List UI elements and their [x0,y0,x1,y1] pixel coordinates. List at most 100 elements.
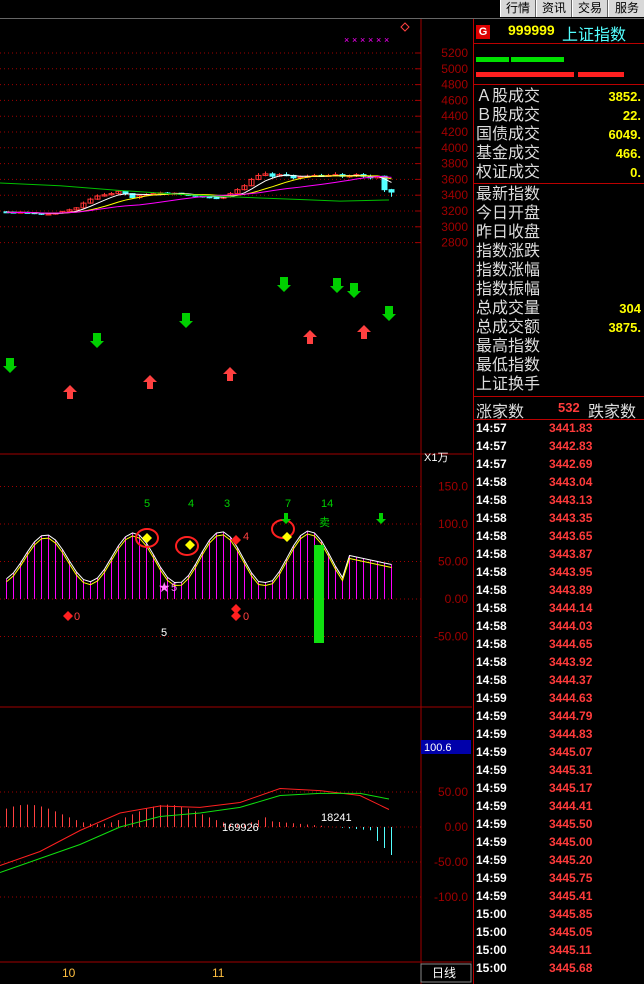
signal-circle [271,519,295,539]
service-menu-button[interactable]: 服务 [608,0,644,17]
up-count-value: 532 [558,400,580,415]
tick-price: 3445.68 [549,961,593,975]
indicator-annotation: 5 [144,498,150,510]
ma60-line [0,182,390,202]
macd-dea-line [0,792,390,873]
macd-value-tag: 100.6 [424,742,452,754]
buy-arrow-icon [63,385,77,399]
stat-row-value: 3875. [608,320,641,335]
macd-panel: 50.00 0.00 -50.00 -100.0 169926 18241 [0,785,468,904]
turnover-row-label: 权证成交 [476,164,541,181]
tick-price: 3443.95 [549,565,593,579]
tick-price: 3444.83 [549,727,593,741]
stat-row-label: 指数振幅 [476,281,541,298]
tick-time: 14:58 [476,529,507,543]
macd-axis-label: 0.00 [445,820,469,834]
news-menu-button[interactable]: 资讯 [536,0,572,17]
tick-time: 14:58 [476,619,507,633]
sell-arrow-icon [3,358,17,373]
price-tick-label: 3000 [441,220,468,234]
candlesticks [3,171,395,216]
indicator-line-yellow [6,533,392,587]
sell-arrow-icon [277,277,291,292]
price-tick-label: 2800 [441,236,468,250]
turnover-row: 国债成交 6049. [474,125,644,144]
stat-row: 指数涨幅 [474,261,644,280]
tick-price: 3445.11 [549,943,592,957]
tick-price: 3445.85 [549,907,593,921]
turnover-row: Ａ股成交 3852. [474,87,644,106]
tick-time: 14:58 [476,655,507,669]
tick-price: 3445.50 [549,817,593,831]
stat-row-label: 今日开盘 [476,205,541,222]
stat-row: 指数涨跌 [474,242,644,261]
stat-row-label: 总成交额 [476,319,541,336]
trade-menu-button[interactable]: 交易 [572,0,608,17]
index-code: 999999 [508,22,555,38]
stat-row: 最低指数 [474,356,644,375]
macd-axis-label: 50.00 [438,785,468,799]
x-marker: × [368,35,373,45]
buy-arrow-icon [357,325,371,339]
tick-time: 15:00 [476,961,507,975]
tick-time: 14:59 [476,835,507,849]
tick-time: 14:59 [476,745,507,759]
tick-price: 3445.17 [549,781,593,795]
tick-price: 3445.00 [549,835,593,849]
market-menu-button[interactable]: 行情 [500,0,536,17]
unit-label: X1万 [424,452,448,464]
turnover-row-label: 国债成交 [476,126,541,143]
star-icon: ★ [158,579,171,595]
tick-time: 14:58 [476,583,507,597]
signal-diamond [282,532,292,542]
sell-signal-bar [314,545,324,643]
period-button[interactable]: 日线 [432,966,456,980]
tick-time: 14:59 [476,691,507,705]
indicator-annotation: 4 [188,498,194,510]
tick-time: 14:59 [476,799,507,813]
sell-arrow-icon [382,306,396,321]
indicator-panel: 150.0100.050.000.00-50.00★5 4 3 7 14卖50405 [0,480,468,644]
buy-arrow-icon [143,375,157,389]
tick-time: 14:59 [476,853,507,867]
red-diamond [63,611,73,621]
buy-arrow-icon [303,330,317,344]
stat-row: 总成交量 304 [474,299,644,318]
mid-axis-label: -50.00 [434,630,468,644]
stat-row: 昨日收盘 [474,223,644,242]
tick-price: 3445.07 [549,745,593,759]
kline-chart-area[interactable]: 5200500048004600440042004000380036003400… [0,19,472,984]
mid-axis-label: 0.00 [445,592,469,606]
index-name: 上证指数 [562,27,627,44]
turnover-row-value: 0. [630,165,641,180]
candle-body [213,197,220,200]
indicator-annotation: 14 [321,498,333,510]
x-marker: × [352,35,357,45]
tick-time: 14:57 [476,439,507,453]
diamond-icon [400,22,410,32]
buy-arrow-icon [223,367,237,381]
price-tick-label: 4200 [441,125,468,139]
candle-body [269,173,276,177]
tick-time: 14:59 [476,763,507,777]
candle-body [45,213,52,216]
tick-time: 14:59 [476,817,507,831]
tick-price: 3443.92 [549,655,593,669]
tick-time: 14:59 [476,871,507,885]
stat-row-label: 最高指数 [476,338,541,355]
x-marker: × [384,35,389,45]
tick-price: 3444.63 [549,691,593,705]
stat-row-label: 上证换手 [476,376,541,393]
macd-annotation: 169926 [222,822,259,834]
mid-axis-label: 100.0 [438,517,468,531]
tick-time: 14:58 [476,547,507,561]
ratio-bar-red-1 [476,72,574,77]
stat-row: 最高指数 [474,337,644,356]
price-tick-label: 3200 [441,204,468,218]
tick-price: 3444.37 [549,673,593,687]
price-axis: 5200 5000 48004600 4400 4200 4000 38003600 3400… [0,46,468,250]
price-tick-label: 3600 [441,172,468,186]
tick-time: 14:58 [476,673,507,687]
stat-row: 今日开盘 [474,204,644,223]
tick-time: 14:59 [476,781,507,795]
